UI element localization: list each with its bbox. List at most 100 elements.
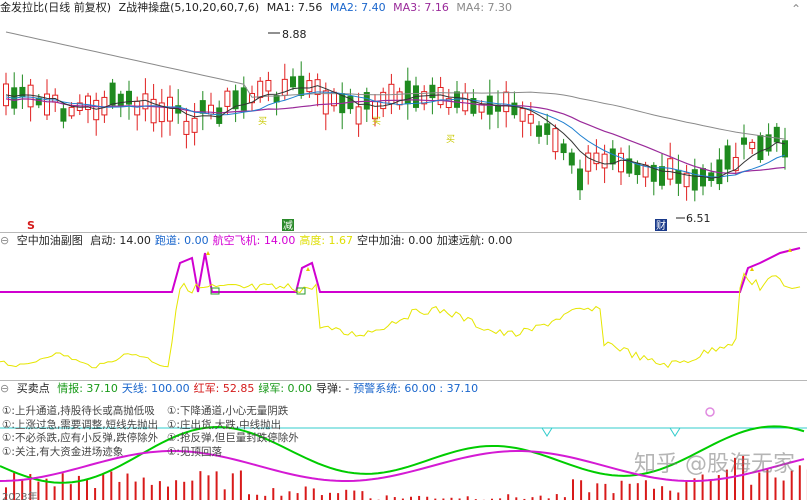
candle-body [757, 135, 764, 161]
marker-s: S [27, 219, 35, 232]
antenna-dip-0 [541, 427, 553, 437]
watermark: 知乎 @股海无家 [634, 452, 795, 477]
candle-body [322, 90, 329, 115]
sub1-item-5: 加速远航: 0.00 [436, 234, 513, 247]
candle-body [659, 166, 665, 186]
sub1-item-4: 空中加油: 0.00 [357, 234, 433, 247]
indicator-name[interactable]: Z战神操盘(5,10,20,60,7,6) [119, 1, 260, 14]
legend-entry-6: ①:关注,有大资金进场迹象 [2, 445, 124, 458]
flight-line [0, 247, 801, 293]
main-chart-panel[interactable]: 8.88 6.51 S 减财买买买 金发拉比(日线 前复权) Z战神操盘(5,10,2… [0, 0, 807, 232]
star-mark-0 [206, 251, 210, 255]
collapse-icon[interactable]: ⊖ [0, 234, 9, 247]
candle-body [724, 145, 731, 170]
legend-entry-4: ①:不必杀跌,应有小反弹,跌停除外 [2, 432, 159, 444]
candle-body [117, 93, 124, 107]
sub1-item-3: 高度: 1.67 [299, 234, 354, 247]
kongzhong-lines[interactable] [0, 233, 807, 380]
candle-body [265, 79, 272, 92]
sub2-item-4: 导弹: - [316, 382, 350, 395]
candle-body [134, 100, 141, 116]
candle-body [511, 102, 518, 116]
sub1-header: ⊖ 空中加油副图 启动: 14.00 跑道: 0.00 航空飞机: 14.00 高度:… [0, 233, 520, 248]
candle-body [281, 78, 288, 96]
sub2-title[interactable]: 买卖点 [17, 382, 50, 395]
candle-body [691, 169, 698, 191]
antenna-dip-1 [669, 427, 681, 437]
candle-body [183, 120, 190, 135]
candle-body [618, 152, 624, 173]
subchart-maimai[interactable]: ⊖ 买卖点 情报: 37.10 天线: 100.00 红军: 52.85 绿军: 0.… [0, 381, 807, 500]
legend-entry-7: ①:见顶回落 [167, 445, 222, 458]
candle-body [167, 96, 173, 122]
sub2-item-0: 情报: 37.10 [57, 382, 118, 395]
collapse-icon[interactable]: ⊖ [0, 382, 9, 395]
sub1-item-1: 跑道: 0.00 [154, 234, 209, 247]
candle-body [93, 99, 100, 121]
candle-body [601, 153, 608, 169]
date-axis-label: 2023年 [2, 492, 38, 500]
candlestick-chart[interactable]: 8.886.51S 减财买 买买 [0, 0, 807, 232]
candle-body [240, 87, 247, 111]
candle-body [560, 143, 567, 154]
sub1-title[interactable]: 空中加油副图 [17, 234, 83, 247]
candle-body [568, 152, 575, 166]
signal-legend: ①:上升通道,持股待长或高抛低吸 ①:下降通道,小心无量阴跌 ①:上涨过急,需要调整… [2, 405, 299, 459]
candle-body [60, 108, 67, 122]
candle-body [519, 108, 526, 122]
stock-name[interactable]: 金发拉比(日线 前复权) [0, 1, 111, 14]
signal-circle [705, 407, 715, 417]
sub2-header: ⊖ 买卖点 情报: 37.10 天线: 100.00 红军: 52.85 绿军: 0.… [0, 381, 486, 396]
candle-body [224, 90, 231, 107]
candle-body [749, 141, 756, 150]
candle-body [44, 93, 50, 116]
marker-cai: 财 [656, 219, 666, 232]
candle-body [27, 84, 34, 108]
star-mark-1 [306, 267, 310, 271]
candle-body [536, 125, 542, 137]
main-header: 金发拉比(日线 前复权) Z战神操盘(5,10,20,60,7,6) MA1: … [0, 0, 516, 15]
sub2-item-3: 绿军: 0.00 [258, 382, 313, 395]
legend-entry-0: ①:上升通道,持股待长或高抛低吸 [2, 405, 155, 417]
candle-body [503, 91, 510, 113]
ma1-value: MA1: 7.56 [266, 1, 323, 14]
candle-body [68, 106, 75, 117]
candle-body [609, 148, 616, 165]
legend-entry-5: ①:抢反弹,但巨量封跌停除外 [167, 432, 299, 444]
sub2-item-1: 天线: 100.00 [121, 382, 190, 395]
high-price-label: 8.88 [282, 28, 307, 41]
sub1-item-0: 启动: 14.00 [90, 234, 151, 247]
low-price-label: 6.51 [686, 212, 711, 225]
candle-body [732, 156, 739, 172]
marker-jian: 减 [283, 220, 293, 232]
sub1-item-2: 航空飞机: 14.00 [212, 234, 296, 247]
candle-body [257, 80, 264, 99]
buy-mark-1: 买 [372, 116, 381, 127]
buy-mark-0: 买 [258, 116, 267, 127]
ma2-value: MA2: 7.40 [329, 1, 386, 14]
candle-body [544, 123, 551, 135]
legend-entry-2: ①:上涨过急,需要调整,短线先抛出 [2, 418, 159, 431]
sub2-item-2: 红军: 52.85 [193, 382, 255, 395]
candle-body [773, 126, 780, 143]
legend-entry-3: ①:庄出货,大跌,中线抛出 [167, 418, 282, 431]
candle-body [552, 128, 559, 153]
candle-body [191, 117, 198, 133]
ma4-value: MA4: 7.30 [456, 1, 513, 14]
buy-mark-2: 买 [446, 134, 455, 145]
ma-gray-line [5, 31, 786, 140]
candle-body [527, 114, 534, 124]
candle-body [577, 168, 583, 191]
settings-icon[interactable]: ⌃ [791, 2, 801, 16]
candle-body [741, 137, 747, 145]
candle-body [109, 82, 116, 106]
legend-entry-1: ①:下降通道,小心无量阴跌 [167, 405, 289, 417]
candle-body [462, 92, 469, 112]
candle-body [675, 169, 682, 184]
subchart-kongzhong[interactable]: ⊖ 空中加油副图 启动: 14.00 跑道: 0.00 航空飞机: 14.00 高度:… [0, 233, 807, 380]
candle-body [290, 76, 296, 88]
ma3-value: MA3: 7.16 [393, 1, 449, 14]
sub2-item-5: 预警系统: 60.00 : 37.10 [353, 382, 479, 395]
candle-body [298, 75, 305, 96]
candle-body [355, 106, 362, 125]
